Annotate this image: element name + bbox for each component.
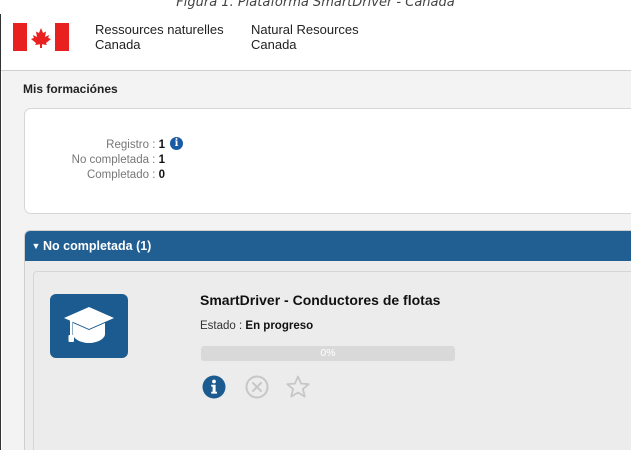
canada-flag-icon — [13, 23, 69, 51]
incomplete-panel: ▼ No completada (1) SmartDriver - Conduc… — [24, 230, 631, 450]
graduation-cap-icon — [50, 294, 128, 358]
progress-bar: 0% — [201, 346, 455, 361]
app-frame: Ressources naturelles Canada Natural Res… — [0, 14, 631, 450]
info-icon[interactable]: i — [170, 137, 183, 150]
course-card: SmartDriver - Conductores de flotas Esta… — [33, 271, 631, 450]
caret-down-icon: ▼ — [31, 241, 41, 251]
figure-caption: Figura 1. Plataforma SmartDriver - Canad… — [176, 0, 455, 10]
progress-label: 0% — [320, 347, 336, 359]
favorite-star-icon[interactable] — [285, 374, 311, 400]
summary-registro: Registro : 1 — [106, 139, 165, 151]
summary-card: Registro : 1 No completada : 1 Completad… — [24, 108, 631, 214]
summary-completado: Completado : 0 — [86, 169, 165, 181]
page-title: Mis formaciónes — [23, 82, 118, 96]
course-title[interactable]: SmartDriver - Conductores de flotas — [200, 292, 440, 308]
course-status: Estado : En progreso — [200, 320, 314, 332]
panel-header-toggle[interactable]: ▼ No completada (1) — [25, 231, 631, 261]
org-name-english: Natural Resources Canada — [251, 22, 359, 52]
org-name-french: Ressources naturelles Canada — [95, 22, 224, 52]
remove-icon[interactable] — [244, 374, 270, 400]
summary-no-completada: No completada : 1 — [71, 154, 165, 166]
info-icon[interactable] — [201, 374, 227, 400]
gov-header: Ressources naturelles Canada Natural Res… — [1, 14, 631, 71]
